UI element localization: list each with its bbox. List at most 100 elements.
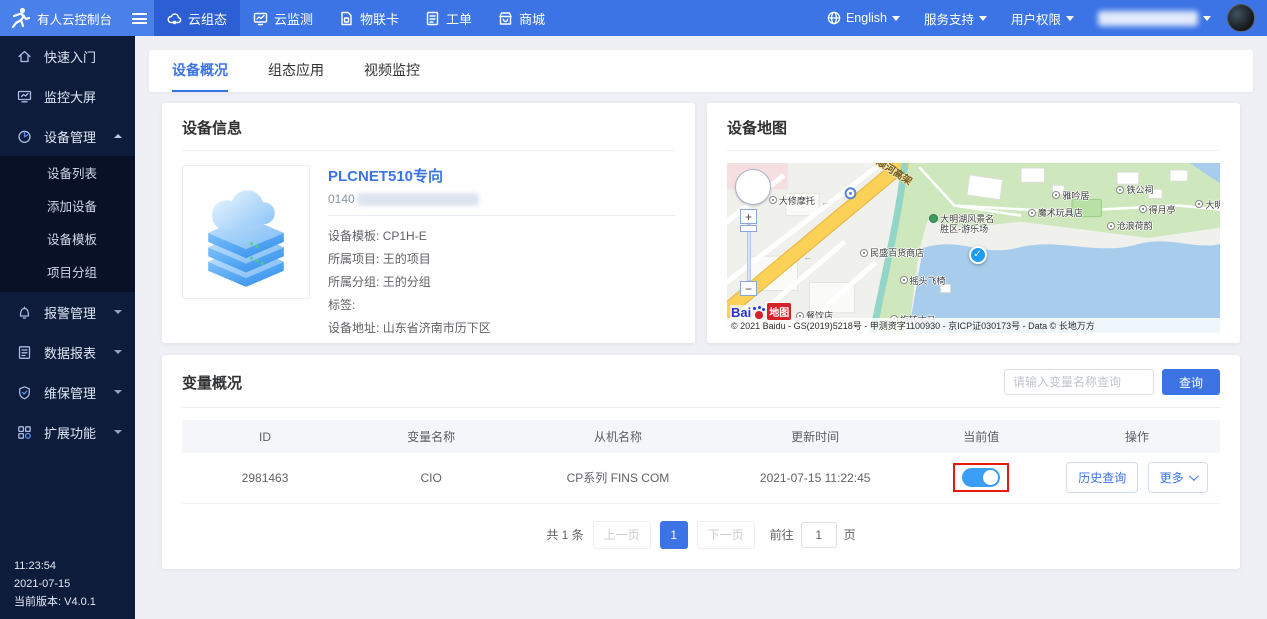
- sidebar-label: 数据报表: [44, 343, 96, 362]
- nav-cloud-monitor[interactable]: 云监测: [240, 0, 326, 36]
- zoom-slider-handle[interactable]: [740, 225, 757, 232]
- account-dropdown[interactable]: [1090, 11, 1219, 26]
- shield-icon: [17, 385, 32, 400]
- nav-label: 物联卡: [360, 9, 399, 28]
- value-toggle[interactable]: [962, 468, 1000, 487]
- pan-down-icon: [749, 192, 757, 200]
- tab-video-monitor[interactable]: 视频监控: [364, 50, 420, 92]
- username-redacted: [1098, 11, 1198, 26]
- device-info-title: 设备信息: [182, 117, 675, 151]
- baidu-paw-icon: [753, 307, 766, 320]
- version-text: 当前版本: V4.0.1: [14, 593, 96, 611]
- sidebar-item-device-list[interactable]: 设备列表: [0, 158, 135, 191]
- history-query-button[interactable]: 历史查询: [1066, 462, 1138, 493]
- app-logo[interactable]: 有人云控制台: [0, 0, 124, 36]
- device-field-project: 所属项目: 王的项目: [328, 248, 675, 271]
- poi-icon: [900, 276, 908, 284]
- language-dropdown[interactable]: English: [819, 11, 908, 25]
- nav-label: 工单: [446, 9, 472, 28]
- cloud-icon: [167, 11, 182, 26]
- sidebar-item-alarm-management[interactable]: 报警管理: [0, 292, 135, 332]
- zoom-in-button[interactable]: [740, 209, 757, 224]
- nav-iot-sim[interactable]: 物联卡: [326, 0, 412, 36]
- nav-label: 云监测: [274, 9, 313, 28]
- hamburger-menu-icon[interactable]: [124, 0, 154, 36]
- device-name[interactable]: PLCNET510专向: [328, 165, 675, 186]
- more-dropdown-button[interactable]: 更多: [1148, 462, 1208, 493]
- chevron-down-icon: [1066, 16, 1074, 21]
- chevron-down-icon: [114, 350, 122, 354]
- pan-right-icon: [758, 183, 766, 191]
- svg-text:←: ←: [821, 197, 830, 207]
- device-management-submenu: 设备列表 添加设备 设备模板 项目分组: [0, 156, 135, 292]
- map-poi: 铁公祠: [1116, 183, 1153, 196]
- goto-label: 前往: [770, 526, 794, 543]
- tab-scada-app[interactable]: 组态应用: [268, 50, 324, 92]
- map-pan-control[interactable]: [735, 169, 771, 205]
- next-page-button[interactable]: 下一页: [697, 521, 755, 549]
- app-title: 有人云控制台: [37, 9, 112, 28]
- work-order-icon: [425, 11, 440, 26]
- variables-table: ID 变量名称 从机名称 更新时间 当前值 操作 2981463 CIO CP系…: [182, 420, 1220, 504]
- svg-text:←: ←: [803, 252, 812, 262]
- variables-title: 变量概况: [182, 372, 242, 393]
- cell-slave-name: CP系列 FINS COM: [514, 453, 722, 503]
- map-poi: 民盛百货商店: [860, 246, 924, 259]
- device-location-marker[interactable]: [969, 246, 987, 264]
- page-number-1[interactable]: 1: [660, 521, 688, 549]
- chevron-down-icon: [892, 16, 900, 21]
- sidebar-item-device-template[interactable]: 设备模板: [0, 224, 135, 257]
- top-navbar: 有人云控制台 云组态 云监测 物联卡 工单 商城: [0, 0, 1267, 36]
- gauge-icon: [17, 129, 32, 144]
- cloud-server-illustration: [192, 174, 300, 290]
- nav-work-order[interactable]: 工单: [412, 0, 485, 36]
- total-count: 共 1 条: [546, 526, 583, 543]
- col-current-value: 当前值: [909, 420, 1054, 453]
- avatar[interactable]: [1227, 4, 1255, 32]
- device-id-prefix: 0140: [328, 192, 355, 206]
- sidebar-item-add-device[interactable]: 添加设备: [0, 191, 135, 224]
- map-poi: 摇头飞椅: [900, 274, 946, 287]
- map-poi: 得月亭: [1139, 203, 1176, 216]
- sidebar: 快速入门 监控大屏 设备管理 设备列表 添加设备 设备模板 项目分组 报警管理 …: [0, 36, 135, 619]
- prev-page-button[interactable]: 上一页: [593, 521, 651, 549]
- sidebar-item-project-group[interactable]: 项目分组: [0, 257, 135, 290]
- device-map-card: 设备地图: [707, 103, 1240, 343]
- nav-cloud-scada[interactable]: 云组态: [154, 0, 240, 36]
- variable-search-input[interactable]: [1004, 369, 1154, 395]
- search-button[interactable]: 查询: [1162, 369, 1220, 395]
- usr-runner-logo-icon: [10, 7, 30, 29]
- zoom-slider-track[interactable]: [747, 224, 751, 281]
- sidebar-label: 维保管理: [44, 383, 96, 402]
- support-label: 服务支持: [924, 9, 974, 28]
- sidebar-item-extensions[interactable]: 扩展功能: [0, 412, 135, 452]
- chevron-down-icon: [1203, 16, 1211, 21]
- scenic-poi-icon: [929, 214, 938, 223]
- sidebar-item-maintenance[interactable]: 维保管理: [0, 372, 135, 412]
- map-poi: 魔术玩具店: [1028, 206, 1083, 219]
- monitor-chart-icon: [253, 11, 268, 26]
- map-poi: 雅吟居: [1052, 189, 1089, 202]
- goto-page-input[interactable]: [801, 522, 837, 548]
- nav-mall[interactable]: 商城: [485, 0, 558, 36]
- tab-device-overview[interactable]: 设备概况: [172, 50, 228, 92]
- baidu-map[interactable]: ← ← 顺河高架 大修摩托 民盛百货商店 大明湖风景名胜区-游乐场 摇头飞椅 旋…: [727, 163, 1220, 333]
- baidu-logo-map-text: 地图: [767, 303, 791, 320]
- home-icon: [17, 49, 32, 64]
- table-row: 2981463 CIO CP系列 FINS COM 2021-07-15 11:…: [182, 453, 1220, 503]
- chevron-down-icon: [114, 430, 122, 434]
- support-dropdown[interactable]: 服务支持: [916, 9, 995, 28]
- sidebar-item-quick-start[interactable]: 快速入门: [0, 36, 135, 76]
- permission-dropdown[interactable]: 用户权限: [1003, 9, 1082, 28]
- map-poi: 沧浪荷韵: [1107, 219, 1153, 232]
- tab-bar: 设备概况 组态应用 视频监控: [149, 50, 1253, 92]
- device-id-row: 0140: [328, 192, 675, 216]
- zoom-out-button[interactable]: [740, 281, 757, 296]
- poi-icon: [1195, 200, 1203, 208]
- cell-actions: 历史查询 更多: [1054, 453, 1220, 503]
- sidebar-item-data-report[interactable]: 数据报表: [0, 332, 135, 372]
- device-field-template: 设备模板: CP1H-E: [328, 225, 675, 248]
- sidebar-item-monitor-screen[interactable]: 监控大屏: [0, 76, 135, 116]
- sidebar-item-device-management[interactable]: 设备管理: [0, 116, 135, 156]
- table-header-row: ID 变量名称 从机名称 更新时间 当前值 操作: [182, 420, 1220, 453]
